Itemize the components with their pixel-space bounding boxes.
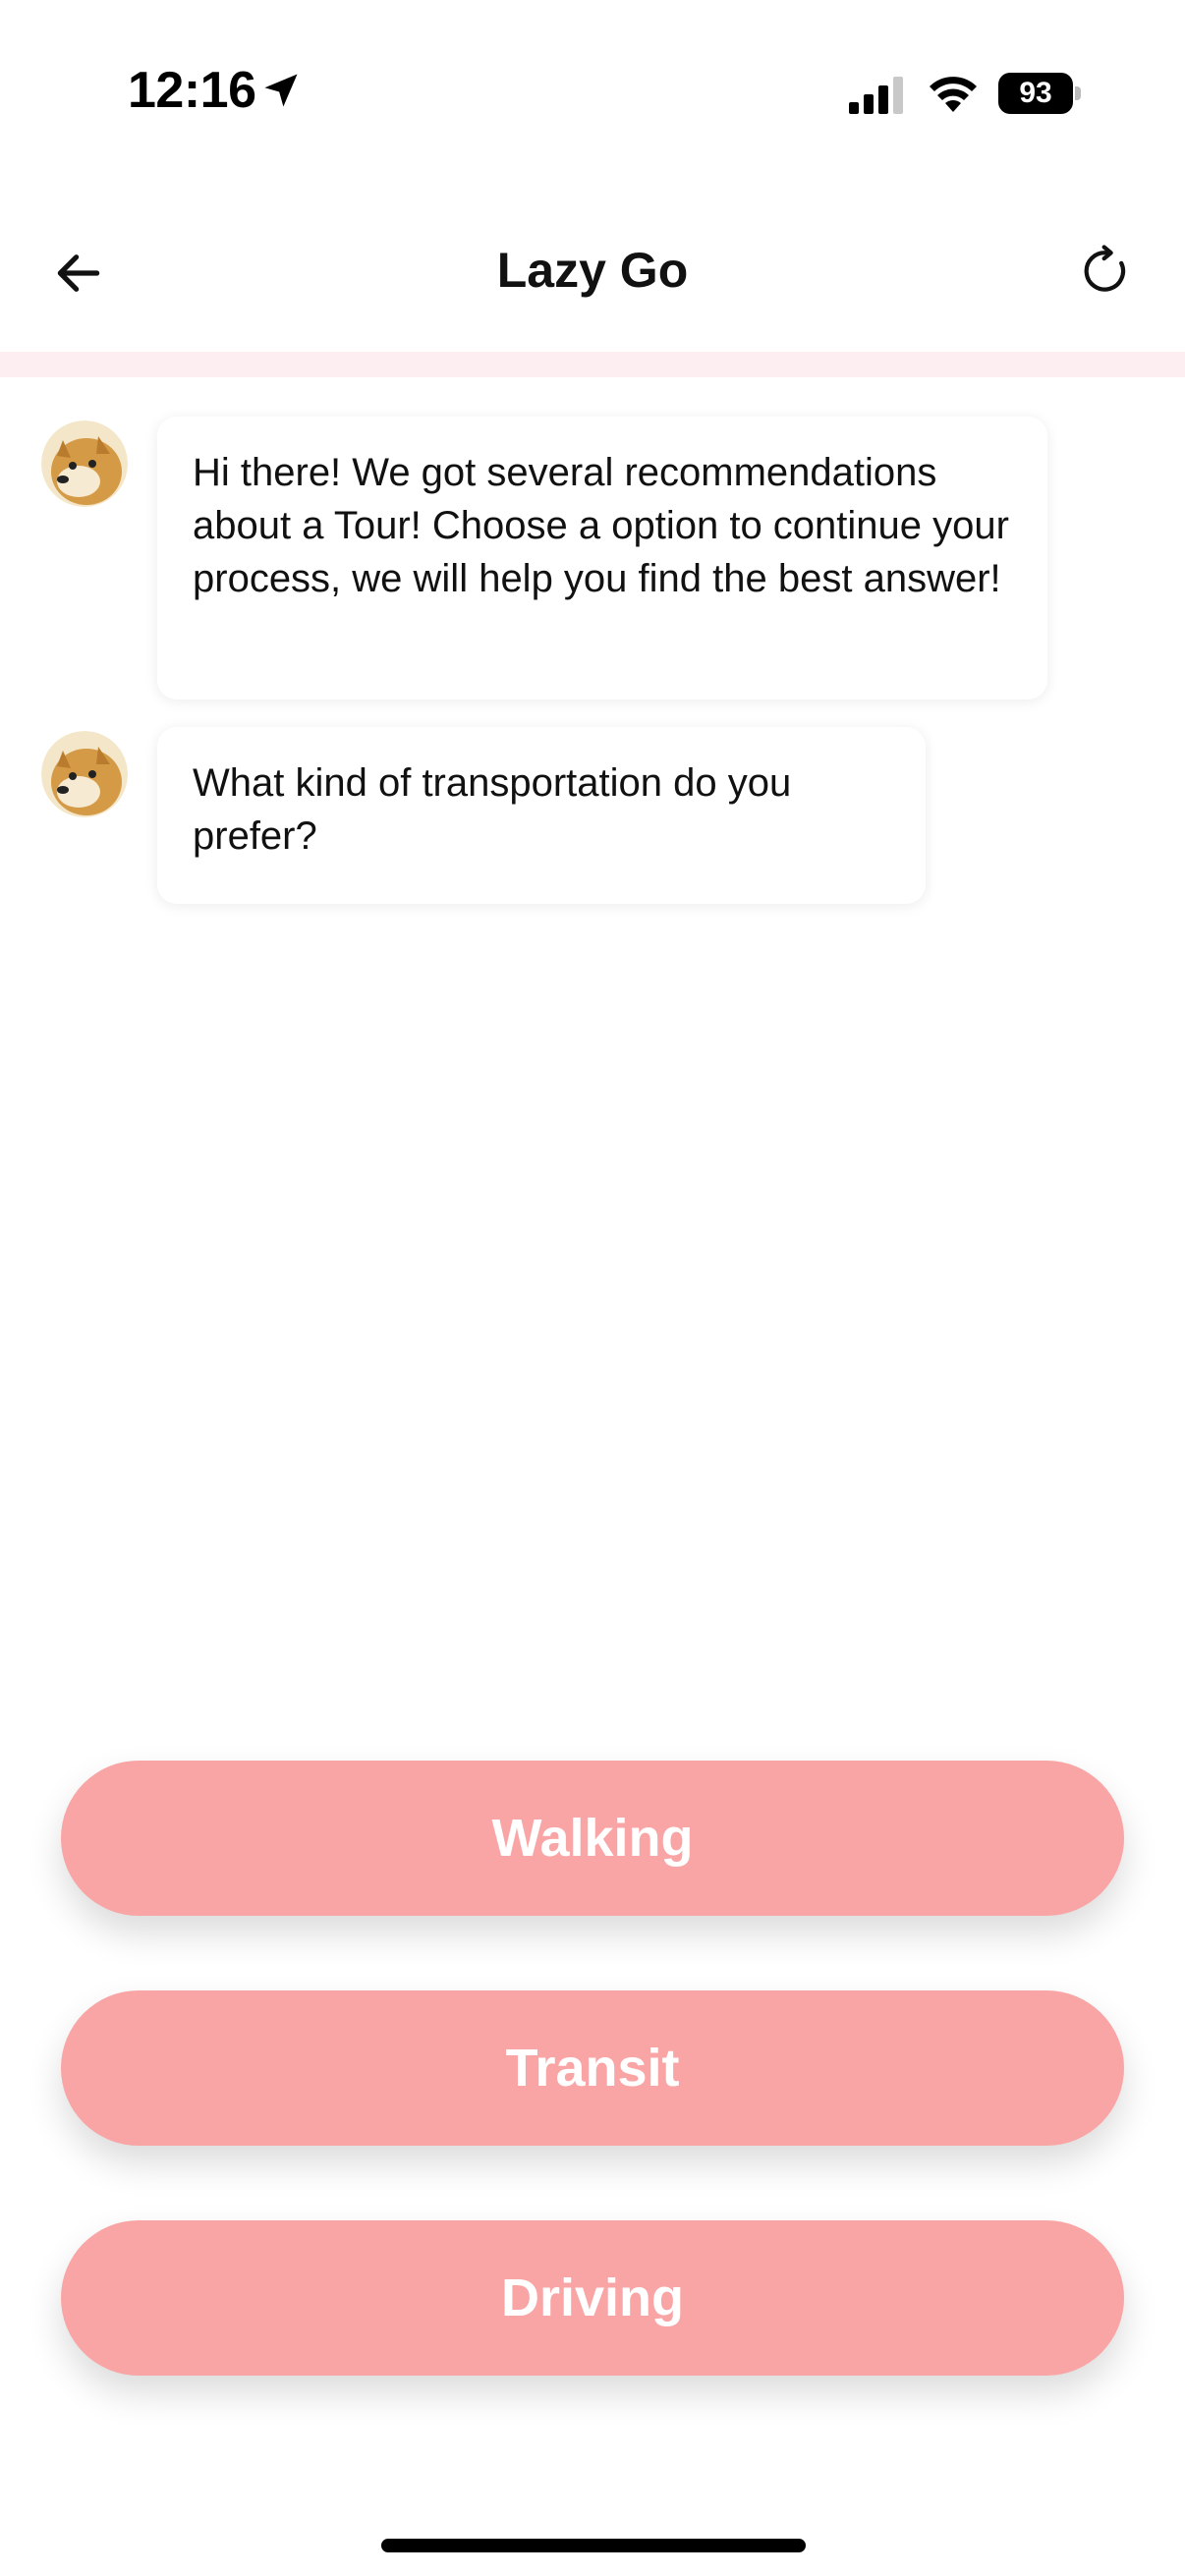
status-time: 12:16: [128, 62, 256, 119]
signal-icon: [849, 77, 903, 114]
walking-button[interactable]: Walking: [61, 1761, 1124, 1916]
home-indicator[interactable]: [381, 2539, 806, 2552]
battery-icon: 93: [998, 73, 1081, 114]
refresh-icon[interactable]: [1079, 244, 1134, 299]
status-bar: 12:16 93: [0, 0, 1185, 187]
header-divider: [0, 352, 1185, 377]
wifi-icon: [930, 77, 977, 112]
doge-avatar-icon: [41, 731, 128, 817]
message-bubble: Hi there! We got several recommendations…: [157, 417, 1047, 700]
location-arrow-icon: [264, 74, 298, 107]
nav-header: Lazy Go: [0, 216, 1185, 334]
page-title: Lazy Go: [496, 243, 689, 298]
transit-button[interactable]: Transit: [61, 1990, 1124, 2146]
battery-level: 93: [1019, 77, 1052, 109]
message-bubble: What kind of transportation do you prefe…: [157, 727, 926, 904]
doge-avatar-icon: [41, 420, 128, 507]
driving-button[interactable]: Driving: [61, 2220, 1124, 2376]
